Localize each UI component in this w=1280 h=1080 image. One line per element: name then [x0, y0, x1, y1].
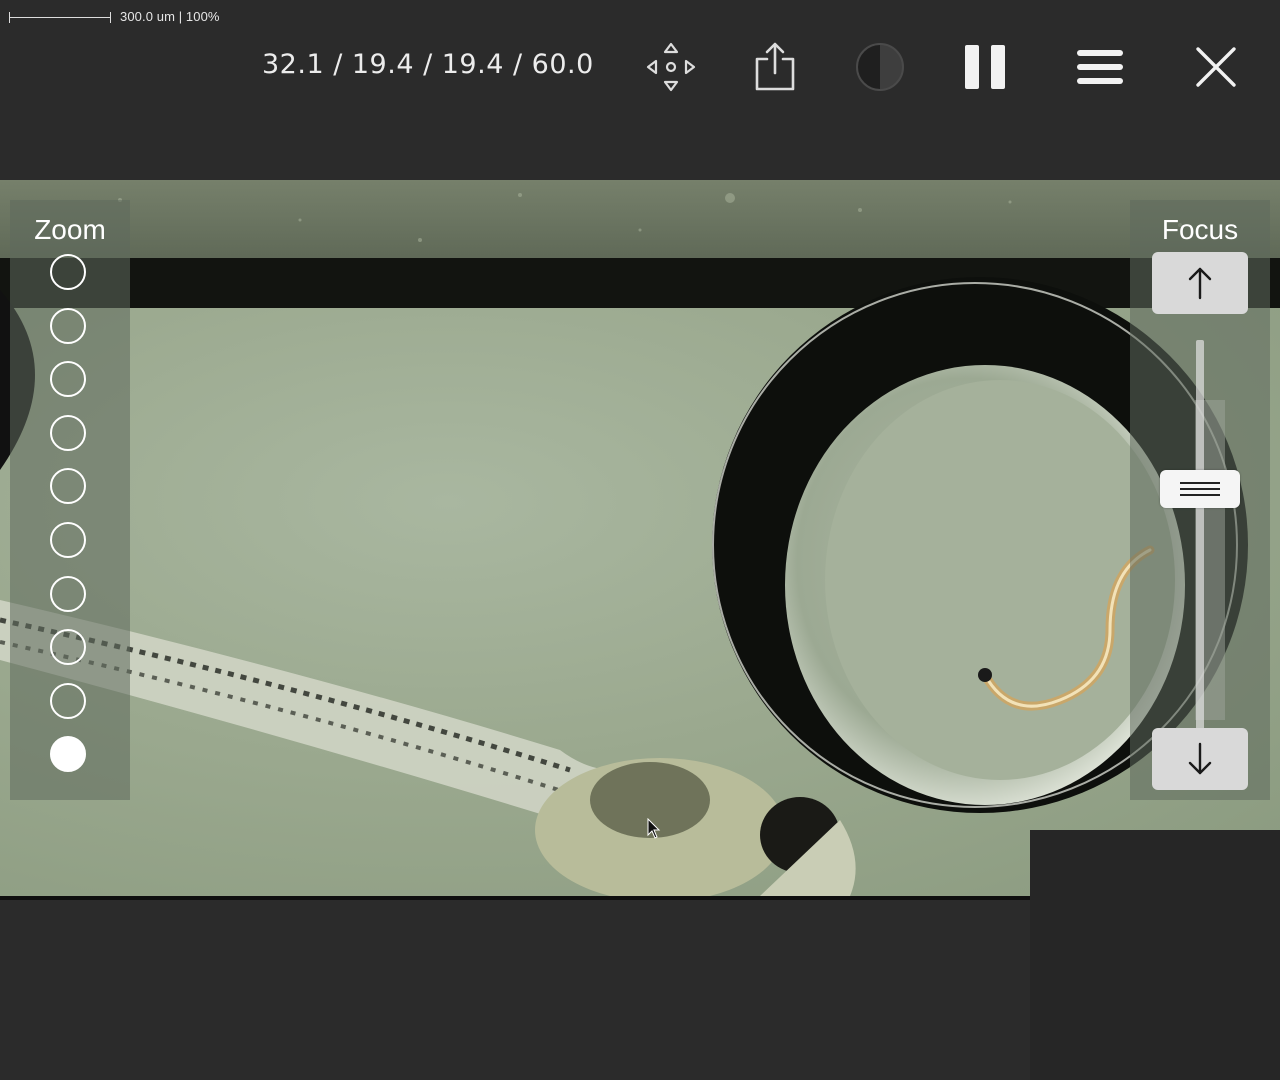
slider-grip-icon: [1180, 482, 1220, 496]
zoom-level-5-button[interactable]: [50, 468, 86, 505]
zoom-title: Zoom: [34, 214, 106, 245]
focus-panel: Focus: [1130, 200, 1270, 800]
scale-label: 300.0 um | 100%: [120, 9, 220, 24]
zoom-level-3-button[interactable]: [50, 361, 86, 398]
contrast-button[interactable]: [851, 38, 909, 96]
zoom-level-6-button[interactable]: [50, 522, 86, 558]
zoom-level-9-button[interactable]: [50, 682, 86, 719]
focus-down-button[interactable]: [1152, 728, 1248, 790]
zoom-level-2-button[interactable]: [50, 307, 86, 344]
share-icon: [755, 42, 795, 91]
zoom-level-10-button[interactable]: [50, 736, 86, 773]
move-icon: [646, 42, 696, 92]
pause-button[interactable]: [956, 38, 1014, 96]
overlay-shadow: [1030, 830, 1280, 1080]
zoom-level-4-button[interactable]: [50, 414, 86, 451]
zoom-level-7-button[interactable]: [50, 575, 86, 612]
close-button[interactable]: [1187, 38, 1245, 96]
focus-up-button[interactable]: [1152, 252, 1248, 314]
menu-icon: [1077, 50, 1123, 84]
scale-bar: [9, 10, 111, 24]
mouse-cursor-icon: [647, 818, 661, 839]
focus-slider-track[interactable]: [1196, 340, 1204, 730]
arrow-down-icon: [1188, 742, 1212, 775]
zoom-panel: Zoom: [10, 200, 130, 800]
microscope-view[interactable]: [0, 180, 1280, 896]
pause-icon: [965, 45, 1005, 89]
zoom-level-8-button[interactable]: [50, 629, 86, 666]
specimen-image: [0, 180, 1280, 896]
focus-title: Focus: [1161, 214, 1239, 245]
move-button[interactable]: [642, 38, 700, 96]
close-icon: [1196, 47, 1236, 87]
contrast-icon: [856, 43, 904, 91]
share-button[interactable]: [746, 38, 804, 96]
menu-button[interactable]: [1071, 38, 1129, 96]
focus-slider-handle[interactable]: [1160, 470, 1240, 508]
arrow-up-icon: [1188, 267, 1212, 300]
position-readout: 32.1 / 19.4 / 19.4 / 60.0: [262, 49, 594, 80]
zoom-level-1-button[interactable]: [50, 254, 86, 290]
